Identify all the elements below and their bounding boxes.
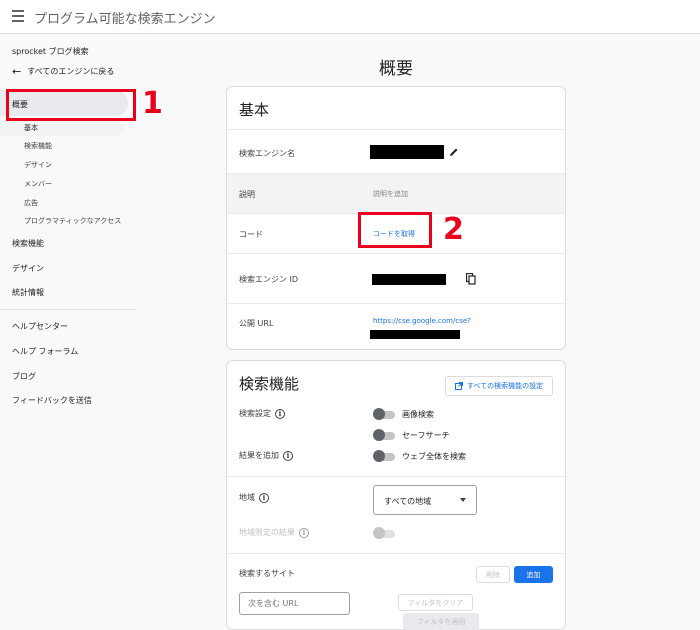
- engine-id-row: 検索エンジン ID: [227, 253, 565, 303]
- description-row[interactable]: 説明 説明を追加: [227, 173, 565, 213]
- page-title: 概要: [379, 59, 413, 79]
- description-label: 説明: [239, 190, 255, 199]
- url-filter-input[interactable]: [239, 592, 350, 615]
- search-settings-text: 検索設定: [239, 409, 271, 418]
- safe-search-label: セーフサーチ: [402, 431, 450, 440]
- engine-name-value-redacted: [370, 145, 444, 159]
- public-url-row: 公開 URL https://cse.google.com/cse?: [227, 303, 565, 349]
- copy-icon[interactable]: [466, 273, 476, 285]
- region-label: 地域 i: [239, 492, 269, 503]
- info-icon: i: [299, 527, 309, 538]
- region-select-value: すべての地域: [384, 497, 432, 506]
- engine-id-label: 検索エンジン ID: [239, 275, 299, 284]
- clear-filter-button[interactable]: フィルタをクリア: [398, 594, 473, 611]
- divider: [227, 553, 565, 554]
- info-icon[interactable]: i: [275, 408, 285, 419]
- sidebar-item-statistics[interactable]: 統計情報: [12, 287, 44, 298]
- region-restricted-label: 地域限定の結果 i: [239, 527, 309, 538]
- code-label: コード: [239, 230, 263, 239]
- sidebar-sub-members[interactable]: メンバー: [24, 179, 52, 189]
- search-settings-label: 検索設定 i: [239, 408, 285, 419]
- divider: [227, 476, 565, 477]
- sidebar: sprocket ブログ検索 ← すべてのエンジンに戻る 概要 基本 検索機能 …: [0, 34, 136, 630]
- sidebar-item-blog[interactable]: ブログ: [12, 371, 36, 382]
- add-results-label: 結果を追加 i: [239, 450, 293, 461]
- highlight-box-overview: [6, 89, 136, 121]
- sites-label: 検索するサイト: [239, 569, 295, 578]
- all-search-settings-button[interactable]: すべての検索機能の設定: [445, 376, 553, 396]
- sidebar-item-search-features[interactable]: 検索機能: [12, 238, 44, 249]
- image-search-label: 画像検索: [402, 410, 434, 419]
- sidebar-sub-ads[interactable]: 広告: [24, 198, 38, 208]
- sidebar-item-help-center[interactable]: ヘルプセンター: [12, 321, 68, 332]
- safe-search-toggle[interactable]: [373, 429, 395, 441]
- open-in-new-icon: [454, 382, 463, 390]
- description-placeholder[interactable]: 説明を追加: [373, 189, 408, 199]
- info-icon[interactable]: i: [259, 492, 269, 503]
- sidebar-item-feedback[interactable]: フィードバックを送信: [12, 395, 92, 406]
- whole-web-label: ウェブ全体を検索: [402, 452, 466, 461]
- region-restricted-text: 地域限定の結果: [239, 528, 295, 537]
- engine-name-row: 検索エンジン名: [227, 129, 565, 173]
- search-features-title: 検索機能: [239, 375, 300, 393]
- image-search-toggle[interactable]: [373, 408, 395, 420]
- dropdown-caret-icon: [460, 498, 466, 502]
- sidebar-sub-search-features[interactable]: 検索機能: [24, 141, 52, 151]
- sidebar-item-help-forum[interactable]: ヘルプ フォーラム: [12, 346, 78, 357]
- pencil-icon[interactable]: [449, 147, 459, 157]
- region-select[interactable]: すべての地域: [373, 485, 477, 515]
- whole-web-toggle[interactable]: [373, 450, 395, 462]
- public-url-link[interactable]: https://cse.google.com/cse?: [373, 317, 471, 325]
- sidebar-sub-programmatic-access[interactable]: プログラマティックなアクセス: [24, 216, 121, 226]
- annotation-marker-1: 1: [142, 86, 163, 121]
- basics-title: 基本: [239, 101, 270, 119]
- arrow-left-icon: ←: [12, 64, 22, 78]
- public-url-redacted: [370, 330, 460, 339]
- sidebar-sub-design[interactable]: デザイン: [24, 160, 52, 170]
- all-search-settings-label: すべての検索機能の設定: [466, 382, 544, 390]
- back-link-label: すべてのエンジンに戻る: [27, 67, 115, 76]
- top-bar: プログラム可能な検索エンジン: [0, 0, 700, 34]
- engine-id-value-redacted: [372, 274, 446, 285]
- add-results-text: 結果を追加: [239, 451, 279, 460]
- public-url-label: 公開 URL: [239, 319, 274, 328]
- sidebar-item-design[interactable]: デザイン: [12, 263, 44, 274]
- highlight-box-get-code: [358, 212, 432, 248]
- add-button[interactable]: 追加: [514, 566, 553, 583]
- back-link[interactable]: ← すべてのエンジンに戻る: [12, 66, 114, 77]
- engine-name-label: 検索エンジン名: [239, 149, 295, 158]
- region-restricted-toggle: [373, 527, 395, 539]
- delete-button[interactable]: 削除: [476, 566, 510, 583]
- info-icon[interactable]: i: [283, 450, 293, 461]
- sidebar-sub-active-bg: [0, 120, 124, 136]
- engine-name: sprocket ブログ検索: [12, 47, 89, 56]
- search-features-card: 検索機能 すべての検索機能の設定 検索設定 i 画像検索 セーフサーチ 結果を追加…: [226, 360, 566, 630]
- annotation-marker-2: 2: [443, 212, 464, 247]
- menu-icon[interactable]: [12, 10, 24, 22]
- app-title: プログラム可能な検索エンジン: [34, 12, 216, 27]
- sidebar-divider: [0, 309, 136, 310]
- apply-filter-button[interactable]: フィルタを適用: [403, 613, 479, 630]
- sidebar-sub-basics[interactable]: 基本: [24, 123, 38, 133]
- region-text: 地域: [239, 493, 255, 502]
